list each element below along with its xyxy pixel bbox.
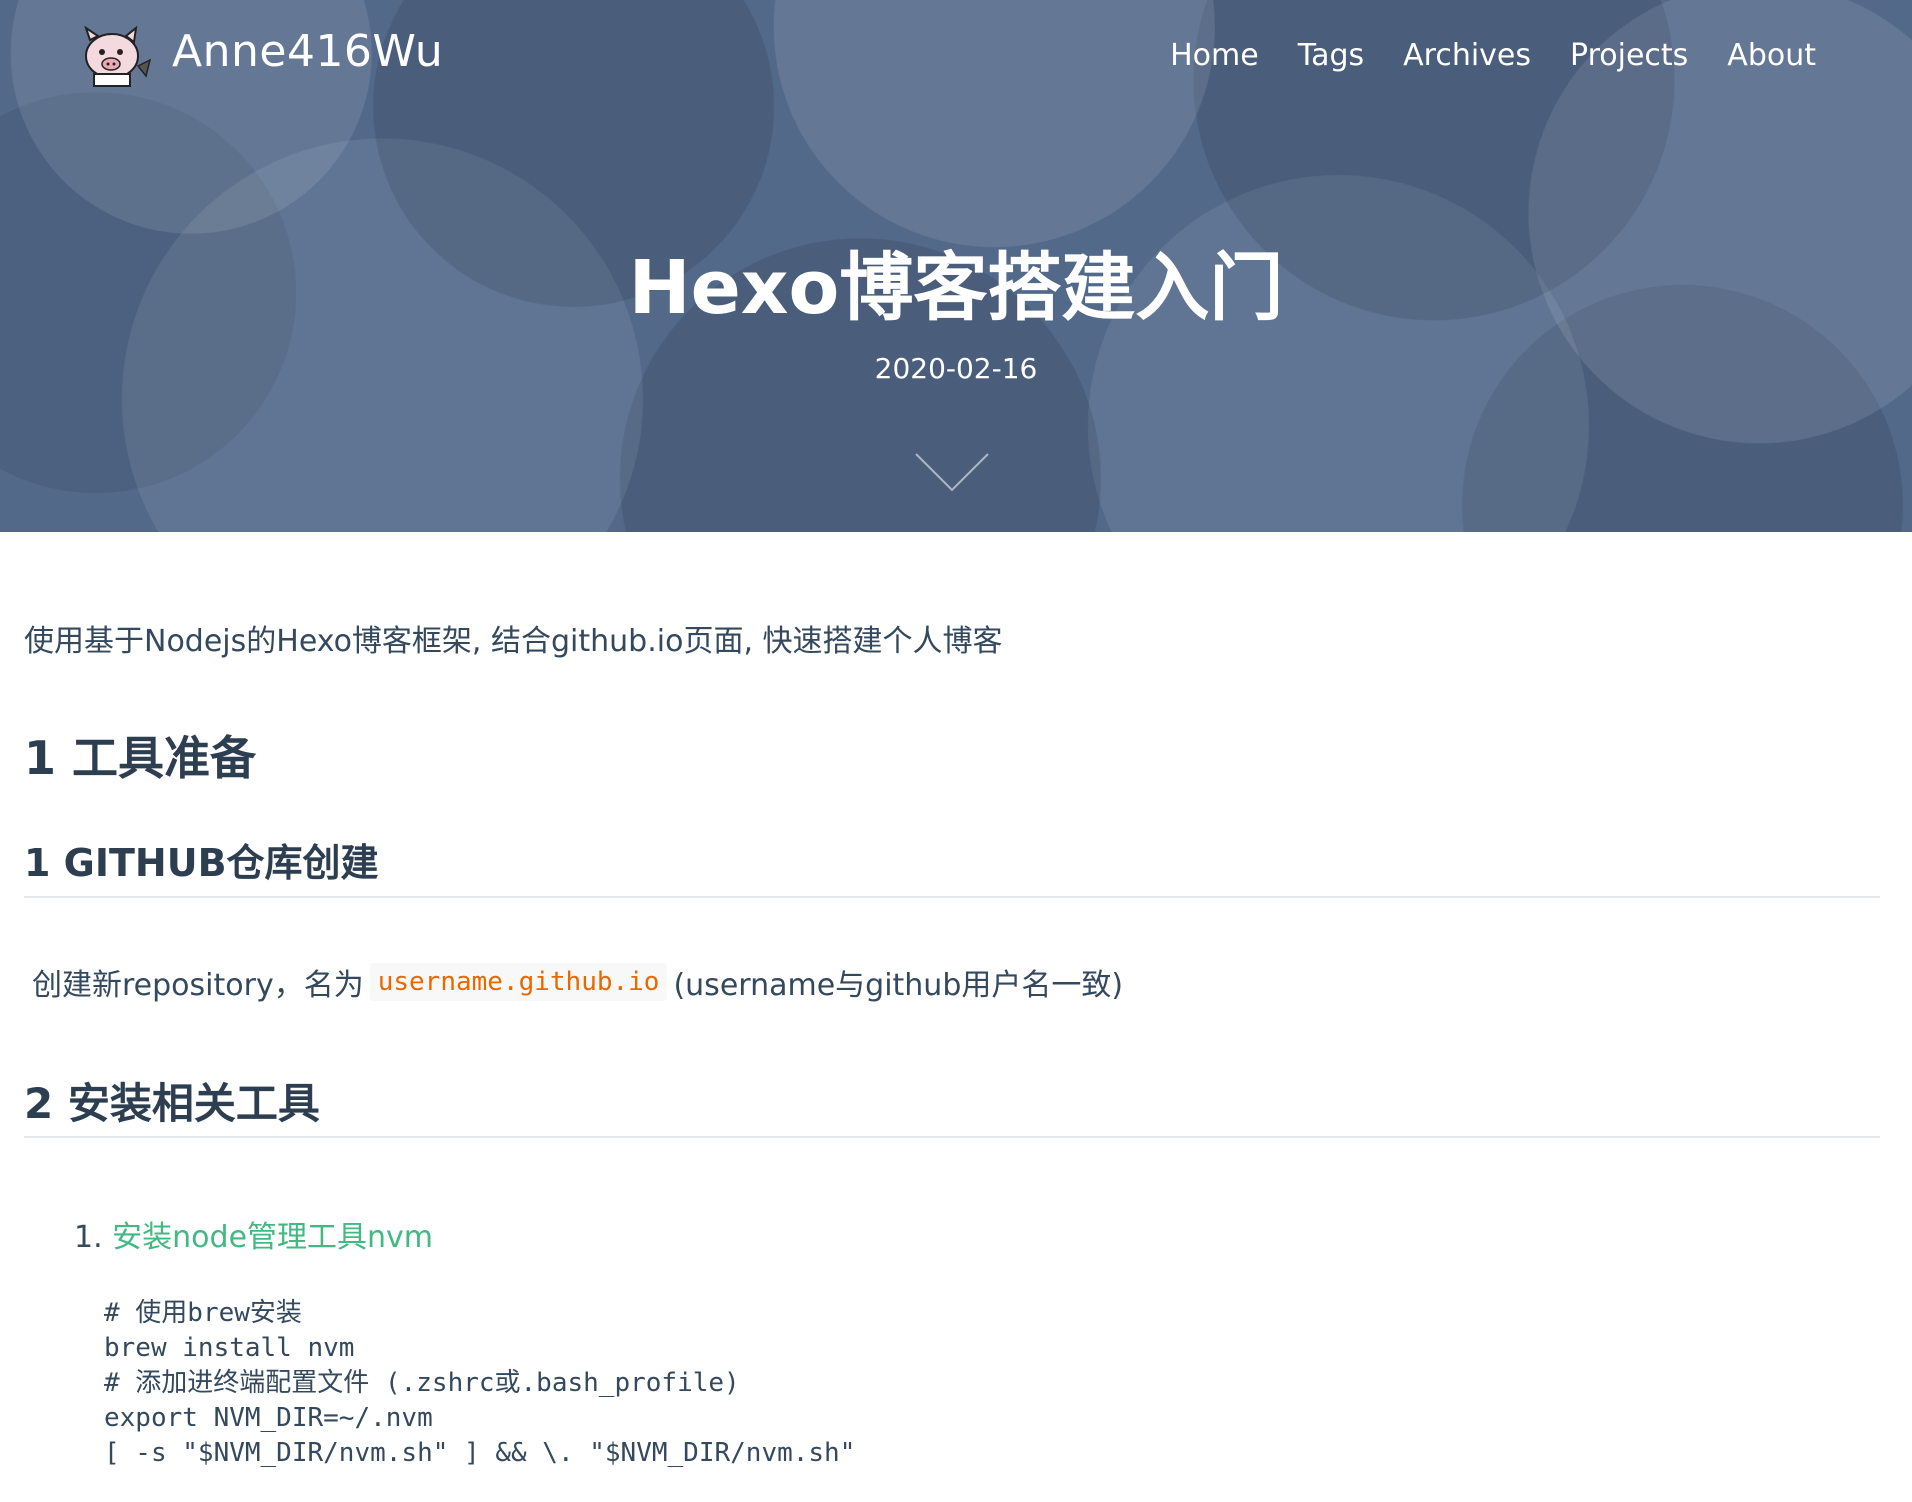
nav-link-tags[interactable]: Tags (1298, 38, 1364, 73)
nav-menu: Home Tags Archives Projects About (1170, 38, 1816, 73)
site-brand-link[interactable]: Anne416Wu (172, 26, 443, 77)
nav-link-archives[interactable]: Archives (1403, 38, 1531, 73)
inline-code: username.github.io (369, 963, 668, 1001)
heading-install-tools: 2 安装相关工具 (24, 1079, 320, 1128)
list-number: 1. (74, 1220, 103, 1255)
install-nvm-link[interactable]: 安装node管理工具nvm (112, 1220, 433, 1255)
nav-link-home[interactable]: Home (1170, 38, 1259, 73)
intro-paragraph: 使用基于Nodejs的Hexo博客框架, 结合github.io页面, 快速搭建… (24, 624, 1003, 659)
code-line: export NVM_DIR=~/.nvm (104, 1403, 433, 1433)
heading-github-repo: 1 GITHUB仓库创建 (24, 841, 379, 885)
hero-header: Anne416Wu Home Tags Archives Projects Ab… (0, 0, 1912, 532)
list-item: 1. 安装node管理工具nvm (74, 1212, 433, 1256)
repo-text-after: (username与github用户名一致) (673, 968, 1124, 1003)
code-line: [ -s "$NVM_DIR/nvm.sh" ] && \. "$NVM_DIR… (104, 1438, 856, 1468)
chevron-down-icon[interactable] (914, 452, 990, 492)
nav-link-projects[interactable]: Projects (1570, 38, 1688, 73)
heading-tool-prep: 1 工具准备 (24, 731, 257, 785)
divider (24, 1136, 1880, 1138)
post-date: 2020-02-16 (874, 352, 1038, 385)
top-navbar: Anne416Wu Home Tags Archives Projects Ab… (0, 0, 1912, 112)
code-line: # 使用brew安装 (104, 1298, 302, 1328)
code-line: # 添加进终端配置文件 (.zshrc或.bash_profile) (104, 1368, 740, 1398)
code-line: brew install nvm (104, 1333, 355, 1363)
post-title: Hexo博客搭建入门 (628, 245, 1284, 331)
divider (24, 896, 1880, 898)
repo-text-before: 创建新repository，名为 (32, 968, 364, 1003)
pig-logo-icon[interactable] (76, 26, 154, 88)
code-block: # 使用brew安装 brew install nvm # 添加进终端配置文件 … (104, 1296, 855, 1471)
nav-link-about[interactable]: About (1727, 38, 1816, 73)
repo-paragraph: 创建新repository，名为 username.github.io (use… (32, 960, 1123, 1004)
